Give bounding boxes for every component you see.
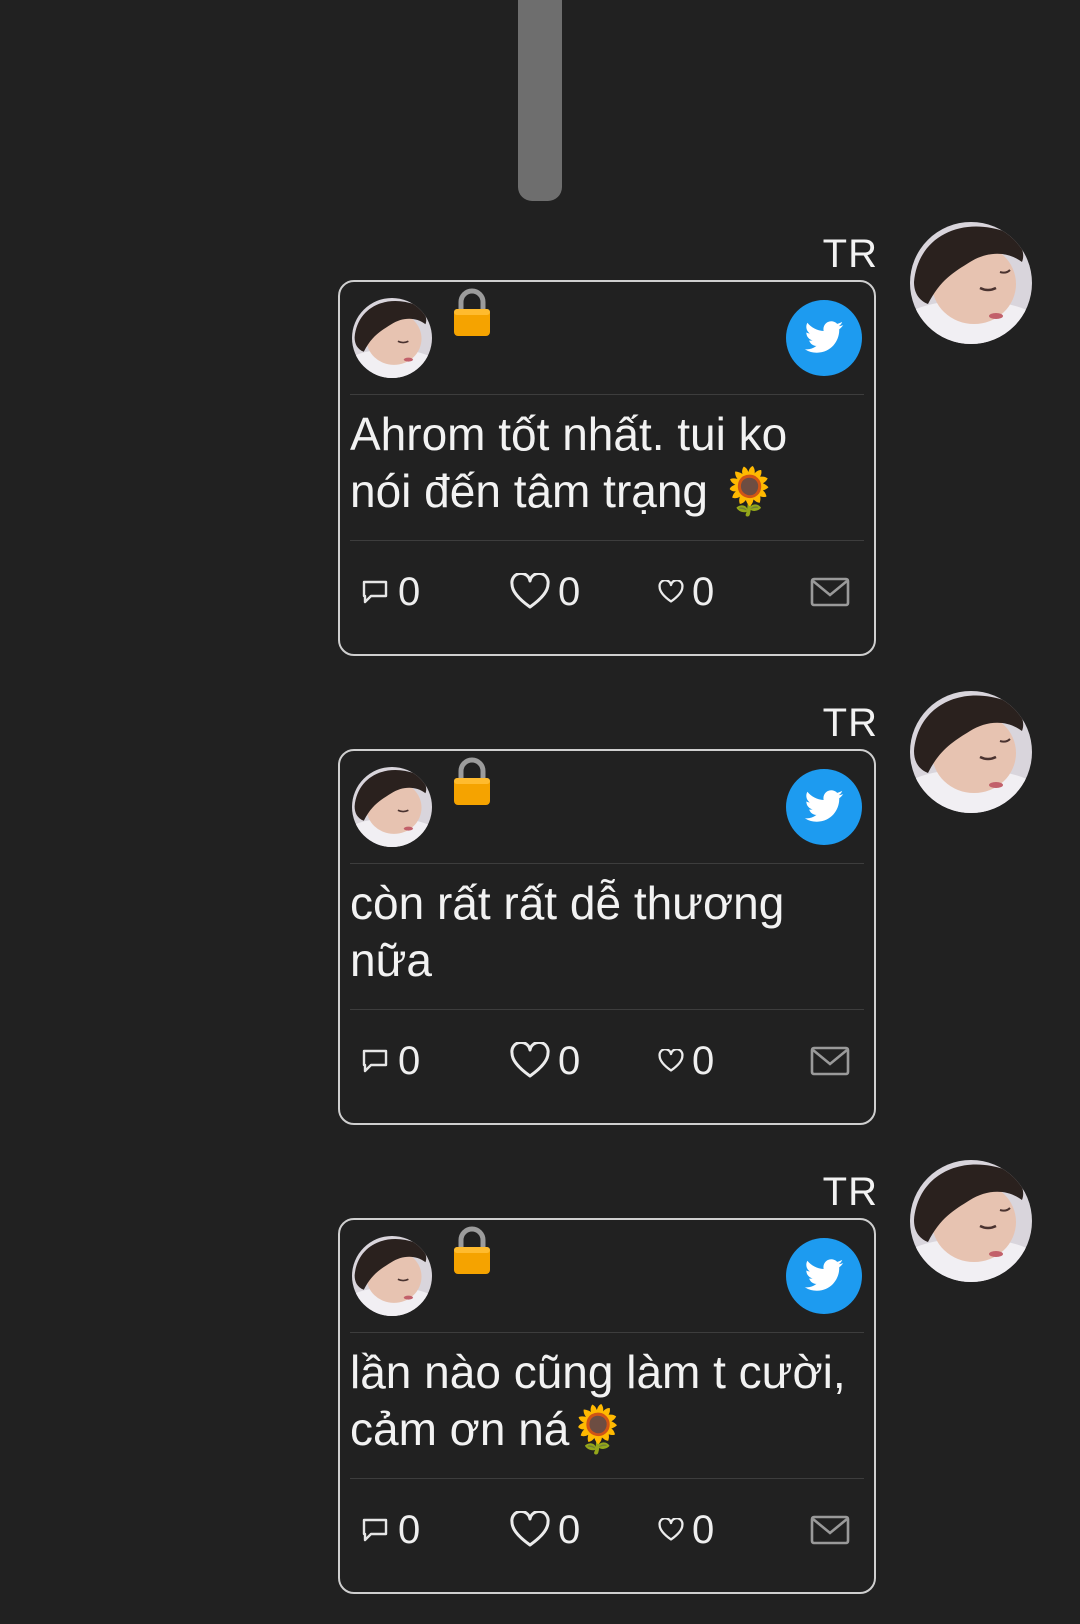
action-bar: 0 0 0 bbox=[340, 1033, 874, 1089]
like-count: 0 bbox=[558, 1508, 581, 1552]
fav-button[interactable]: 0 bbox=[658, 564, 714, 620]
like-count: 0 bbox=[558, 1039, 581, 1083]
divider bbox=[350, 394, 864, 395]
like-button[interactable]: 0 bbox=[510, 1033, 580, 1089]
sender-avatar[interactable] bbox=[910, 691, 1032, 813]
reply-bubble-icon bbox=[362, 1049, 388, 1073]
divider bbox=[350, 863, 864, 864]
fav-count: 0 bbox=[692, 570, 715, 614]
fav-button[interactable]: 0 bbox=[658, 1502, 714, 1558]
tweet-text: lần nào cũng làm t cười, cảm ơn ná🌻 bbox=[350, 1346, 846, 1455]
scroll-handle[interactable] bbox=[518, 0, 562, 201]
divider bbox=[350, 1332, 864, 1333]
action-bar: 0 0 0 bbox=[340, 1502, 874, 1558]
card-header bbox=[340, 1220, 874, 1332]
reply-bubble-icon bbox=[362, 1518, 388, 1542]
heart-icon bbox=[510, 1042, 550, 1078]
reply-count: 0 bbox=[398, 570, 421, 614]
chat-screen: TR Ahrom tốt nhất. tui ko nói đến tâm tr… bbox=[0, 0, 1080, 1624]
lock-icon bbox=[452, 288, 492, 338]
reply-button[interactable]: 0 bbox=[360, 1502, 420, 1558]
like-button[interactable]: 0 bbox=[510, 564, 580, 620]
like-button[interactable]: 0 bbox=[510, 1502, 580, 1558]
envelope-icon bbox=[810, 1515, 850, 1545]
author-avatar[interactable] bbox=[352, 298, 432, 378]
small-heart-icon bbox=[658, 580, 684, 603]
twitter-bird-icon[interactable] bbox=[786, 1238, 862, 1314]
envelope-icon bbox=[810, 1046, 850, 1076]
message-item: TR bbox=[0, 222, 1080, 662]
small-heart-icon bbox=[658, 1518, 684, 1541]
reply-bubble-icon bbox=[362, 580, 388, 604]
fav-count: 0 bbox=[692, 1039, 715, 1083]
sender-name: TR bbox=[822, 232, 878, 276]
heart-icon bbox=[510, 1511, 550, 1547]
share-mail-button[interactable] bbox=[810, 564, 850, 620]
reply-button[interactable]: 0 bbox=[360, 1033, 420, 1089]
sender-avatar[interactable] bbox=[910, 222, 1032, 344]
small-heart-icon bbox=[658, 1049, 684, 1072]
share-mail-button[interactable] bbox=[810, 1502, 850, 1558]
card-header bbox=[340, 751, 874, 863]
reply-count: 0 bbox=[398, 1508, 421, 1552]
sender-avatar[interactable] bbox=[910, 1160, 1032, 1282]
heart-icon bbox=[510, 573, 550, 609]
sender-name: TR bbox=[822, 701, 878, 745]
fav-button[interactable]: 0 bbox=[658, 1033, 714, 1089]
like-count: 0 bbox=[558, 570, 581, 614]
divider bbox=[350, 1478, 864, 1479]
share-mail-button[interactable] bbox=[810, 1033, 850, 1089]
twitter-bird-icon[interactable] bbox=[786, 300, 862, 376]
tweet-text: Ahrom tốt nhất. tui ko nói đến tâm trạng… bbox=[350, 408, 788, 517]
fav-count: 0 bbox=[692, 1508, 715, 1552]
divider bbox=[350, 1009, 864, 1010]
message-item: TR bbox=[0, 691, 1080, 1131]
reply-button[interactable]: 0 bbox=[360, 564, 420, 620]
tweet-text: còn rất rất dễ thương nữa bbox=[350, 877, 785, 986]
tweet-card[interactable]: Ahrom tốt nhất. tui ko nói đến tâm trạng… bbox=[338, 280, 876, 656]
divider bbox=[350, 540, 864, 541]
envelope-icon bbox=[810, 577, 850, 607]
action-bar: 0 0 0 bbox=[340, 564, 874, 620]
twitter-bird-icon[interactable] bbox=[786, 769, 862, 845]
tweet-card[interactable]: lần nào cũng làm t cười, cảm ơn ná🌻 0 0 bbox=[338, 1218, 876, 1594]
sender-name: TR bbox=[822, 1170, 878, 1214]
tweet-card[interactable]: còn rất rất dễ thương nữa 0 0 0 bbox=[338, 749, 876, 1125]
card-header bbox=[340, 282, 874, 394]
reply-count: 0 bbox=[398, 1039, 421, 1083]
author-avatar[interactable] bbox=[352, 1236, 432, 1316]
lock-icon bbox=[452, 1226, 492, 1276]
author-avatar[interactable] bbox=[352, 767, 432, 847]
lock-icon bbox=[452, 757, 492, 807]
message-item: TR bbox=[0, 1160, 1080, 1600]
